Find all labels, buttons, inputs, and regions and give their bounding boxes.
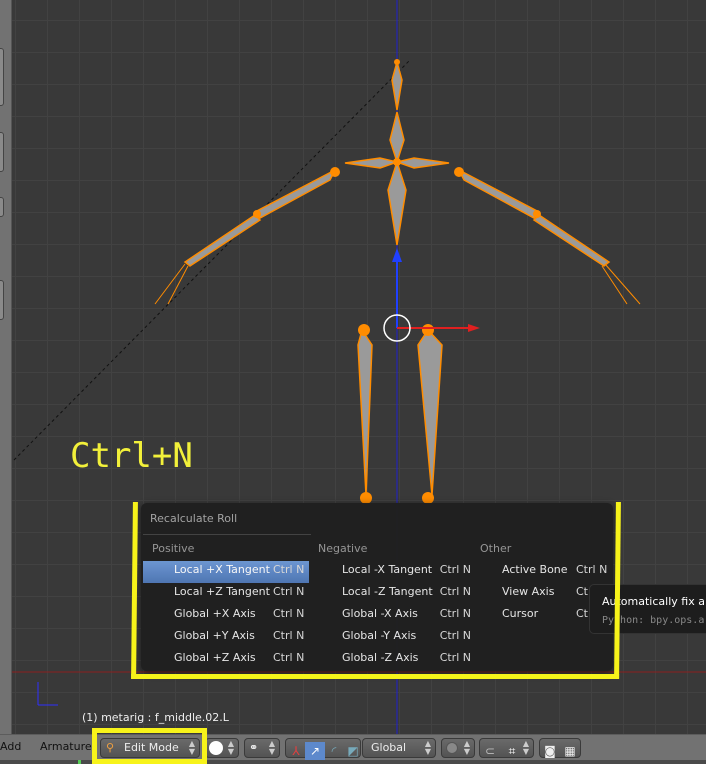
render-icon[interactable]: ◙	[540, 742, 560, 760]
menu-armature[interactable]: Armature	[40, 740, 92, 753]
orientation-label: Global	[371, 741, 407, 754]
axis-gizmo	[37, 682, 58, 706]
translate-icon[interactable]: ↗	[305, 742, 325, 760]
manipulator-z-head[interactable]	[392, 248, 402, 262]
proportional-edit-selector[interactable]: ▲ ▼	[441, 738, 475, 758]
rotate-icon[interactable]: ◜	[324, 742, 344, 760]
selection-status: (1) metarig : f_middle.02.L	[82, 711, 229, 724]
viewport-shading-selector[interactable]: ▲ ▼	[205, 738, 239, 758]
viewport-shading-icon	[209, 741, 223, 755]
render-group: ◙ ▦	[539, 738, 581, 758]
orientation-selector[interactable]: Global ▲ ▼	[362, 738, 436, 758]
manipulator-x-head[interactable]	[468, 324, 480, 332]
scale-icon[interactable]: ◩	[343, 742, 363, 760]
pivot-point-icon: ⚭	[249, 741, 259, 754]
pivot-point-selector[interactable]: ⚭ ▲ ▼	[244, 738, 280, 758]
proportional-edit-icon	[446, 742, 458, 754]
annotation-highlight-menu	[131, 502, 621, 679]
manipulator-group: ⅄ ↗ ◜ ◩	[285, 738, 363, 760]
menu-add[interactable]: Add	[0, 740, 21, 753]
render-animation-icon[interactable]: ▦	[560, 742, 580, 760]
annotation-highlight-mode	[92, 728, 207, 764]
snap-element-icon[interactable]: ⌗	[502, 742, 522, 760]
frame-marker	[78, 760, 81, 764]
manipulator-icon[interactable]: ⅄	[286, 742, 306, 760]
snap-icon[interactable]: ⊂	[480, 742, 500, 760]
snap-group: ⊂ ⌗ ▲ ▼	[479, 738, 534, 758]
view-dashed-line	[13, 59, 411, 461]
shortcut-overlay: Ctrl+N	[70, 436, 193, 476]
